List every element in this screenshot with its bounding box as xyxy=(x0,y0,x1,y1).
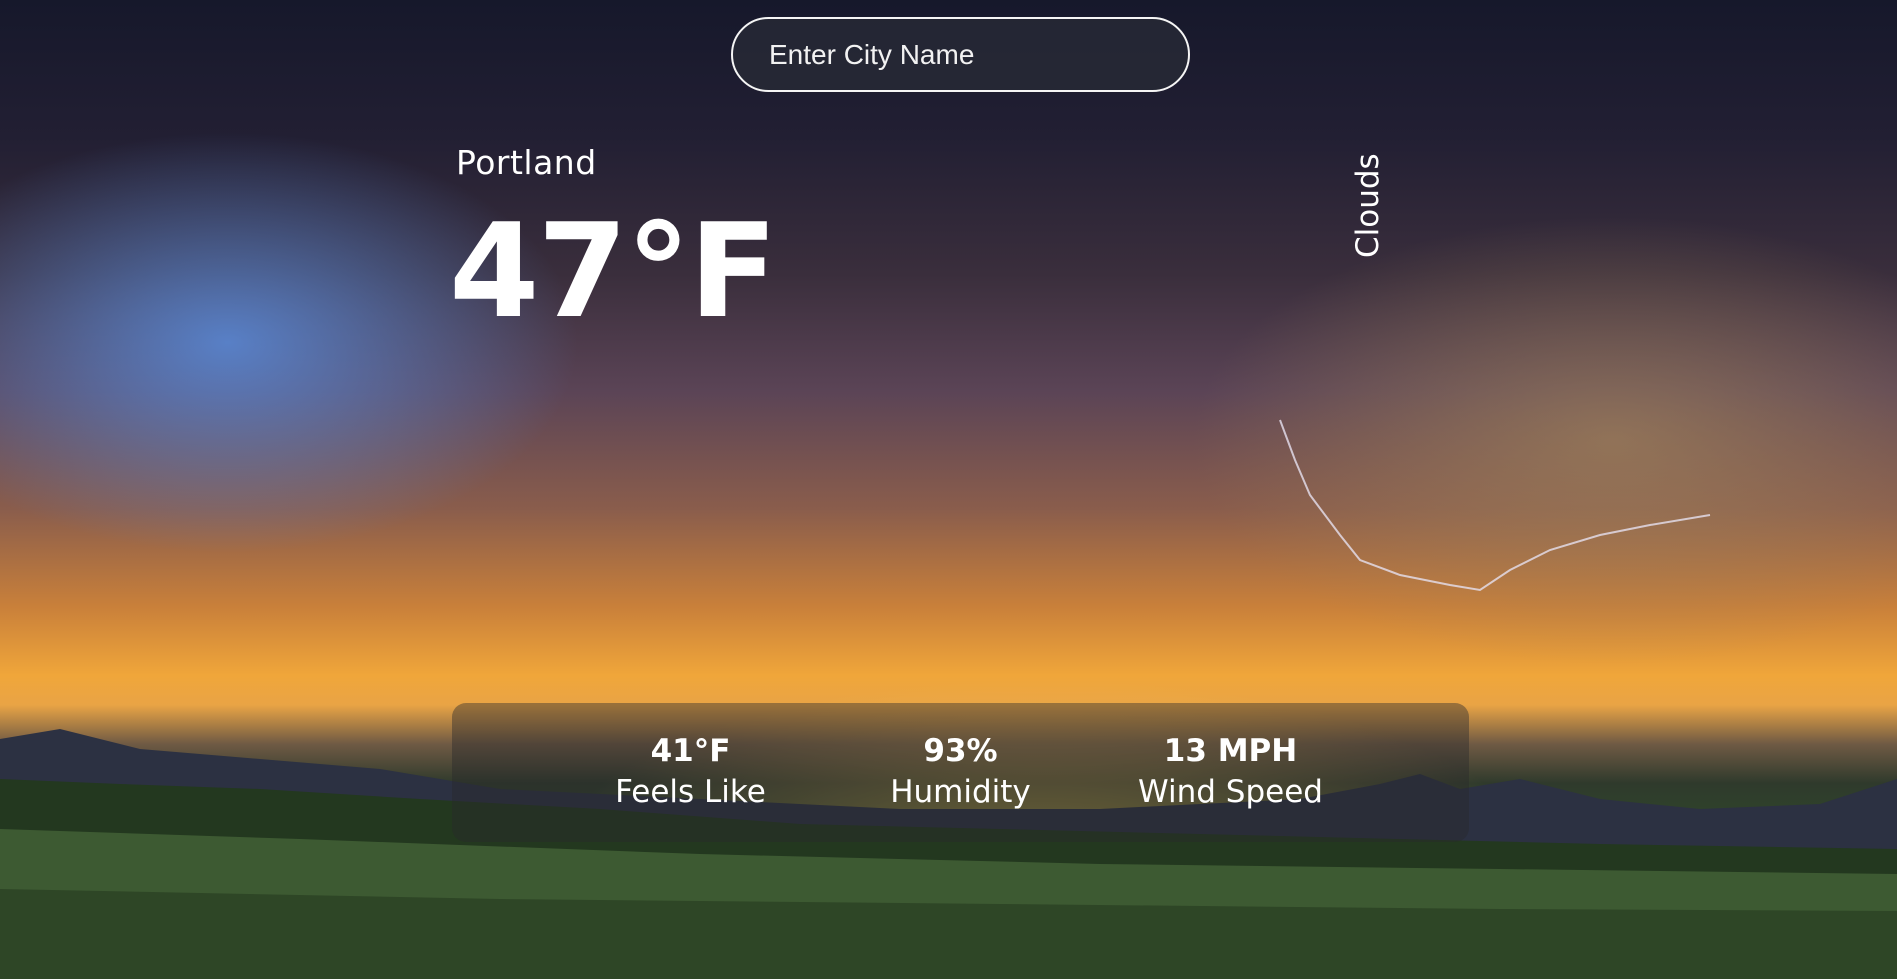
wind-speed-label: Wind Speed xyxy=(1138,773,1323,810)
feels-like-label: Feels Like xyxy=(615,773,766,810)
humidity-value: 93% xyxy=(923,732,998,769)
humidity-stat: 93% Humidity xyxy=(826,731,1096,815)
city-search-input[interactable] xyxy=(731,17,1190,92)
wind-speed-value: 13 MPH xyxy=(1163,732,1298,769)
weather-condition: Clouds xyxy=(1350,153,1386,258)
current-temperature: 47°F xyxy=(449,195,778,347)
feels-like-value: 41°F xyxy=(650,732,731,769)
search-bar xyxy=(731,17,1190,92)
city-name: Portland xyxy=(456,143,597,182)
wind-speed-stat: 13 MPH Wind Speed xyxy=(1096,731,1366,815)
humidity-label: Humidity xyxy=(890,773,1031,810)
feels-like-stat: 41°F Feels Like xyxy=(556,731,826,815)
lightning-bolt xyxy=(1279,419,1711,592)
weather-stats-panel: 41°F Feels Like 93% Humidity 13 MPH Wind… xyxy=(452,703,1469,842)
